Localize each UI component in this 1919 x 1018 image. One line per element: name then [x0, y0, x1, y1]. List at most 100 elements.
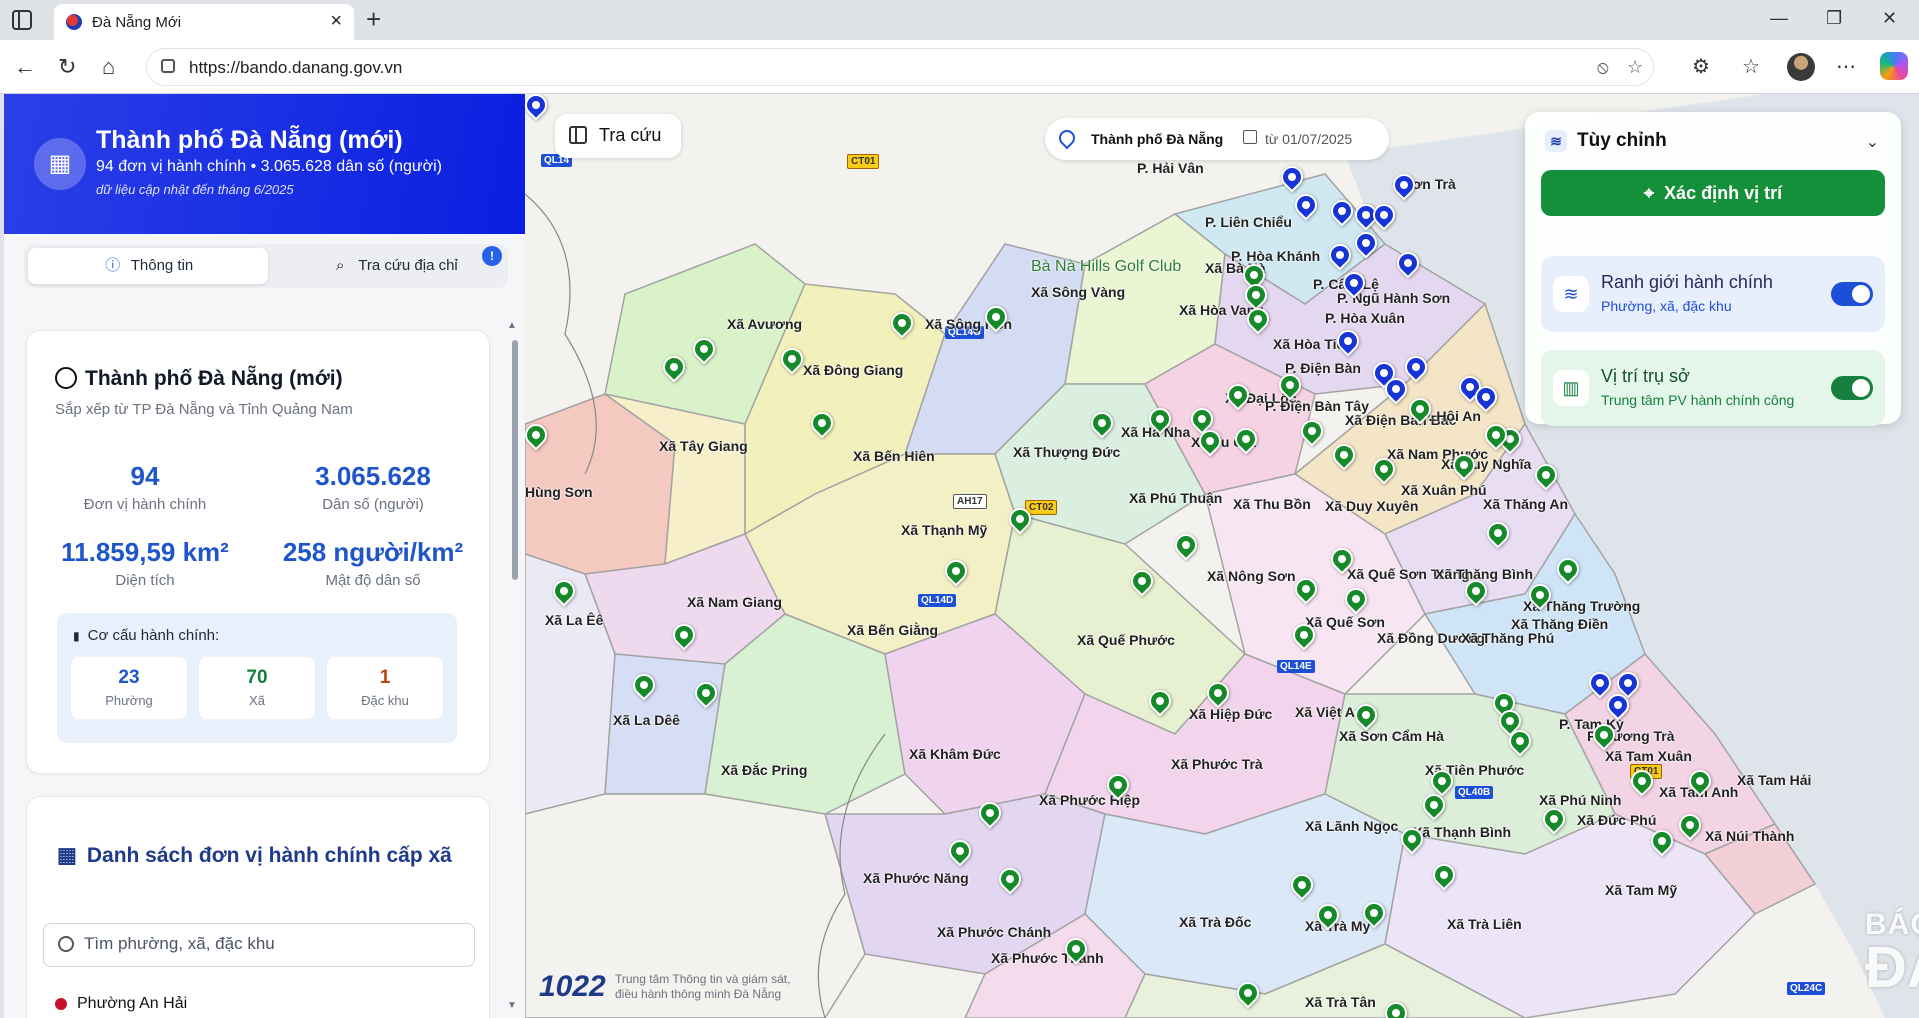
notification-badge: !: [482, 246, 502, 266]
structure-special-zone: 1 Đặc khu: [327, 657, 443, 719]
sidebar-subtitle: 94 đơn vị hành chính • 3.065.628 dân số …: [96, 158, 442, 175]
favorites-icon[interactable]: ☆: [1742, 54, 1760, 79]
tab-info[interactable]: ⓘ Thông tin: [28, 248, 268, 284]
sidebar-scrollbar[interactable]: [512, 340, 518, 580]
sidebar-tabs: ⓘ Thông tin ⌕ Tra cứu địa chỉ: [24, 244, 508, 288]
list-item[interactable]: Phường An Hải: [55, 995, 187, 1013]
profile-avatar[interactable]: [1787, 53, 1815, 81]
back-icon[interactable]: ←: [14, 54, 36, 80]
map-label: Xã Thăng Phú: [1461, 630, 1555, 646]
new-tab-icon[interactable]: +: [366, 4, 381, 35]
more-menu-icon[interactable]: ⋯: [1836, 54, 1856, 79]
layer-admin-boundaries: ≋ Ranh giới hành chính Phường, xã, đặc k…: [1541, 256, 1885, 332]
map-label: Xã Avương: [727, 316, 803, 332]
map-label: Xã Tây Giang: [659, 438, 748, 454]
city-info-card: Thành phố Đà Nẵng (mới) Sắp xếp từ TP Đà…: [26, 330, 490, 774]
map-label: P. Liên Chiểu: [1205, 214, 1292, 230]
tracking-icon[interactable]: ⦸: [1597, 57, 1609, 78]
close-tab-icon[interactable]: ×: [330, 10, 342, 33]
customize-panel-title[interactable]: ≋ Tùy chỉnh: [1545, 130, 1667, 152]
browser-tab-bar: Đà Nẵng Mới × + — ❐ ✕: [0, 0, 1919, 40]
location-pill[interactable]: Thành phố Đà Nẵng từ 01/07/2025: [1045, 118, 1389, 160]
road-shield: AH17: [953, 494, 987, 509]
location-pin-icon: [1055, 126, 1079, 150]
minimize-icon[interactable]: —: [1770, 8, 1788, 29]
url-text: https://bando.danang.gov.vn: [189, 58, 403, 77]
map-label: Xã Thượng Đức: [1013, 444, 1121, 460]
sidebar-update-note: dữ liệu cập nhật đến tháng 6/2025: [96, 182, 294, 197]
building-icon: ▥: [1553, 370, 1589, 406]
sidebar-toggle-icon[interactable]: [12, 10, 32, 30]
map-label: Xã Tam Mỹ: [1605, 882, 1678, 898]
office-locations-toggle[interactable]: [1831, 376, 1873, 400]
location-date: từ 01/07/2025: [1265, 131, 1353, 147]
layer-office-locations: ▥ Vị trí trụ sở Trung tâm PV hành chính …: [1541, 350, 1885, 426]
map-label: Xã Phước Chánh: [937, 924, 1052, 940]
tab-address-lookup[interactable]: ⌕ Tra cứu địa chỉ: [284, 248, 504, 284]
reload-icon[interactable]: ↻: [58, 54, 76, 80]
chevron-down-icon[interactable]: ⌄: [1866, 132, 1879, 152]
map-label: Xã Lãnh Ngọc: [1305, 818, 1399, 834]
layer-subtitle: Phường, xã, đặc khu: [1601, 298, 1732, 314]
close-window-icon[interactable]: ✕: [1882, 8, 1897, 29]
ward-dot-icon: [55, 997, 67, 1010]
commune-search[interactable]: [43, 923, 475, 967]
favorite-star-icon[interactable]: ☆: [1627, 57, 1643, 78]
search-icon: ⌕: [336, 257, 345, 274]
map-label: Xã Hiệp Đức: [1189, 706, 1273, 722]
layer-title: Vị trí trụ sở: [1601, 366, 1690, 386]
tab-title: Đà Nẵng Mới: [92, 14, 182, 31]
map-label: Xã Thăng Bình: [1435, 566, 1533, 582]
map-label: Xã Thu Bồn: [1233, 496, 1311, 512]
road-shield: CT01: [847, 154, 880, 169]
map-label: P. Điện Bàn: [1285, 360, 1361, 376]
map-canvas[interactable]: QL14 CT01 QL14G AH17 CT02 QL14D QL14E QL…: [525, 94, 1919, 1018]
lookup-button[interactable]: Tra cứu: [555, 114, 681, 158]
city-card-subtitle: Sắp xếp từ TP Đà Nẵng và Tỉnh Quảng Nam: [55, 401, 353, 418]
map-label: P. Hòa Xuân: [1325, 310, 1405, 326]
map-label-poi: Bà Nà Hills Golf Club: [1031, 258, 1182, 275]
stat-density: 258 người/km² Mật độ dân số: [282, 537, 464, 589]
admin-boundaries-toggle[interactable]: [1831, 282, 1873, 306]
structure-wards: 23 Phường: [71, 657, 187, 719]
map-label: Xã Trà Đốc: [1179, 914, 1252, 930]
url-field[interactable]: https://bando.danang.gov.vn ⦸ ☆: [146, 48, 1654, 86]
site-info-icon[interactable]: [161, 59, 175, 73]
map-label: Xã Nam Giang: [687, 594, 782, 610]
layer-subtitle: Trung tâm PV hành chính công: [1601, 392, 1795, 408]
map-label: Xã Đông Giang: [803, 362, 904, 378]
info-icon: ⓘ: [105, 257, 121, 274]
copilot-icon[interactable]: [1880, 52, 1908, 80]
home-icon[interactable]: ⌂: [102, 54, 115, 80]
calendar-icon: [1243, 130, 1257, 144]
search-icon: [58, 936, 74, 952]
commune-list-card: ▦Danh sách đơn vị hành chính cấp xã Phườ…: [26, 796, 490, 1018]
sidebar-header: ▦ Thành phố Đà Nẵng (mới) 94 đơn vị hành…: [4, 94, 525, 234]
locate-me-button[interactable]: ⌖ Xác định vị trí: [1541, 170, 1885, 216]
commune-search-input[interactable]: [84, 934, 464, 954]
map-icon: ▦: [57, 844, 77, 867]
layers-icon: ≋: [1545, 130, 1567, 152]
map-label: Xã Sông Vàng: [1031, 284, 1126, 300]
map-label: Xã Thăng An: [1483, 496, 1569, 512]
address-bar-row: ← ↻ ⌂ https://bando.danang.gov.vn ⦸ ☆ ⚙ …: [0, 40, 1919, 94]
map-label: Xã Quế Sơn: [1305, 614, 1385, 630]
map-label: Xã Thạnh Mỹ: [901, 522, 988, 538]
map-label: Xã Bến Giằng: [847, 622, 939, 638]
map-label: Xã Việt An: [1295, 704, 1364, 720]
structure-communes: 70 Xã: [199, 657, 315, 719]
road-shield: QL40B: [1455, 786, 1494, 799]
maximize-icon[interactable]: ❐: [1826, 8, 1842, 29]
scroll-down-icon[interactable]: ▼: [507, 1000, 517, 1011]
map-label: Xã Duy Xuyên: [1325, 498, 1419, 514]
location-city: Thành phố Đà Nẵng: [1091, 131, 1224, 147]
app-area: ▦ Thành phố Đà Nẵng (mới) 94 đơn vị hành…: [4, 94, 1919, 1018]
map-label: Xã Tam Hải: [1737, 772, 1812, 788]
layer-title: Ranh giới hành chính: [1601, 272, 1773, 292]
admin-structure-title: ▮ Cơ cấu hành chính:: [73, 627, 220, 644]
map-icon: ▦: [34, 138, 86, 190]
browser-tab[interactable]: Đà Nẵng Mới ×: [54, 4, 354, 40]
sidebar-title: Thành phố Đà Nẵng (mới): [96, 126, 403, 154]
scroll-up-icon[interactable]: ▲: [507, 320, 517, 331]
extensions-icon[interactable]: ⚙: [1692, 54, 1710, 79]
